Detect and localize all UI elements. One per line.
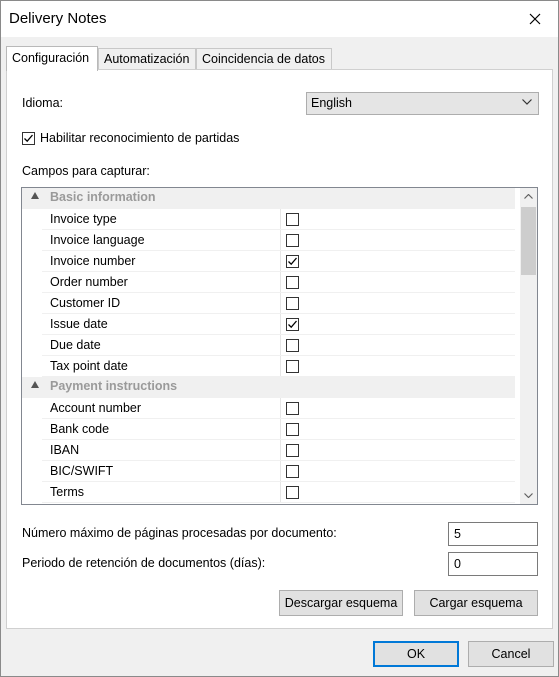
field-checkbox[interactable] bbox=[286, 255, 299, 268]
tab-coincidencia-datos[interactable]: Coincidencia de datos bbox=[196, 48, 332, 69]
field-checkbox[interactable] bbox=[286, 318, 299, 331]
field-checkbox[interactable] bbox=[286, 339, 299, 352]
field-label: Due date bbox=[50, 338, 101, 352]
field-label: Invoice number bbox=[50, 254, 136, 268]
field-checkbox[interactable] bbox=[286, 465, 299, 478]
field-label: Invoice language bbox=[50, 233, 145, 247]
field-row-tax-point-date[interactable]: Tax point date bbox=[22, 356, 515, 377]
scroll-thumb[interactable] bbox=[521, 207, 536, 275]
field-row-bic-swift[interactable]: BIC/SWIFT bbox=[22, 461, 515, 482]
cancel-button[interactable]: Cancel bbox=[468, 641, 554, 667]
group-label: Payment instructions bbox=[50, 379, 178, 393]
field-label: Invoice type bbox=[50, 212, 117, 226]
field-checkbox[interactable] bbox=[286, 486, 299, 499]
field-checkbox[interactable] bbox=[286, 234, 299, 247]
field-label: Account number bbox=[50, 401, 142, 415]
scroll-up-button[interactable] bbox=[520, 188, 537, 205]
field-row-bank-code[interactable]: Bank code bbox=[22, 419, 515, 440]
group-label: Basic information bbox=[50, 190, 156, 204]
field-label: Issue date bbox=[50, 317, 108, 331]
max-pages-input[interactable]: 5 bbox=[448, 522, 538, 546]
field-checkbox[interactable] bbox=[286, 276, 299, 289]
check-icon bbox=[288, 257, 297, 266]
upload-schema-button[interactable]: Cargar esquema bbox=[414, 590, 538, 616]
field-row-invoice-language[interactable]: Invoice language bbox=[22, 230, 515, 251]
field-checkbox[interactable] bbox=[286, 402, 299, 415]
group-header-basic-information[interactable]: Basic information bbox=[22, 188, 515, 209]
field-row-terms[interactable]: Terms bbox=[22, 482, 515, 503]
field-row-account-number[interactable]: Account number bbox=[22, 398, 515, 419]
check-icon bbox=[288, 320, 297, 329]
group-header-payment-instructions[interactable]: Payment instructions bbox=[22, 377, 515, 398]
field-checkbox[interactable] bbox=[286, 213, 299, 226]
tab-configuracion[interactable]: Configuración bbox=[6, 46, 98, 71]
field-row-invoice-number[interactable]: Invoice number bbox=[22, 251, 515, 272]
title-bar: Delivery Notes bbox=[1, 1, 558, 37]
field-row-issue-date[interactable]: Issue date bbox=[22, 314, 515, 335]
collapse-triangle-icon bbox=[31, 192, 39, 199]
tab-automatizacion[interactable]: Automatización bbox=[98, 48, 196, 69]
window-title: Delivery Notes bbox=[9, 10, 107, 27]
download-schema-button[interactable]: Descargar esquema bbox=[279, 590, 403, 616]
field-row-iban[interactable]: IBAN bbox=[22, 440, 515, 461]
field-label: Terms bbox=[50, 485, 85, 499]
line-items-label: Habilitar reconocimiento de partidas bbox=[40, 131, 240, 145]
field-checkbox[interactable] bbox=[286, 297, 299, 310]
field-row-customer-id[interactable]: Customer ID bbox=[22, 293, 515, 314]
dialog-window: Delivery Notes Configuración Automatizac… bbox=[0, 0, 559, 677]
field-label: Tax point date bbox=[50, 359, 128, 373]
language-label: Idioma: bbox=[22, 96, 63, 110]
field-checkbox[interactable] bbox=[286, 423, 299, 436]
chevron-down-icon bbox=[522, 99, 532, 105]
scroll-down-button[interactable] bbox=[520, 487, 537, 504]
ok-button[interactable]: OK bbox=[373, 641, 459, 667]
chevron-down-icon bbox=[524, 493, 533, 498]
field-label: Order number bbox=[50, 275, 128, 289]
field-checkbox[interactable] bbox=[286, 360, 299, 373]
close-button[interactable] bbox=[512, 1, 558, 37]
fields-label: Campos para capturar: bbox=[22, 164, 150, 178]
chevron-up-icon bbox=[524, 194, 533, 199]
field-row-due-date[interactable]: Due date bbox=[22, 335, 515, 356]
field-label: BIC/SWIFT bbox=[50, 464, 114, 478]
collapse-triangle-icon bbox=[31, 381, 39, 388]
language-value: English bbox=[311, 96, 352, 110]
field-row-order-number[interactable]: Order number bbox=[22, 272, 515, 293]
field-row-invoice-type[interactable]: Invoice type bbox=[22, 209, 515, 230]
close-icon bbox=[529, 13, 541, 25]
config-panel: Idioma: English Habilitar reconocimiento… bbox=[6, 69, 553, 629]
retention-input[interactable]: 0 bbox=[448, 552, 538, 576]
max-pages-label: Número máximo de páginas procesadas por … bbox=[22, 526, 337, 540]
language-select[interactable]: English bbox=[306, 92, 539, 115]
line-items-checkbox[interactable] bbox=[22, 132, 35, 145]
field-checkbox[interactable] bbox=[286, 444, 299, 457]
fields-list[interactable]: Basic information Invoice type Invoice l… bbox=[21, 187, 538, 505]
field-label: Bank code bbox=[50, 422, 110, 436]
retention-label: Periodo de retención de documentos (días… bbox=[22, 556, 266, 570]
fields-list-scrollbar[interactable] bbox=[520, 188, 537, 504]
field-label: Customer ID bbox=[50, 296, 121, 310]
check-icon bbox=[24, 134, 33, 143]
field-label: IBAN bbox=[50, 443, 80, 457]
